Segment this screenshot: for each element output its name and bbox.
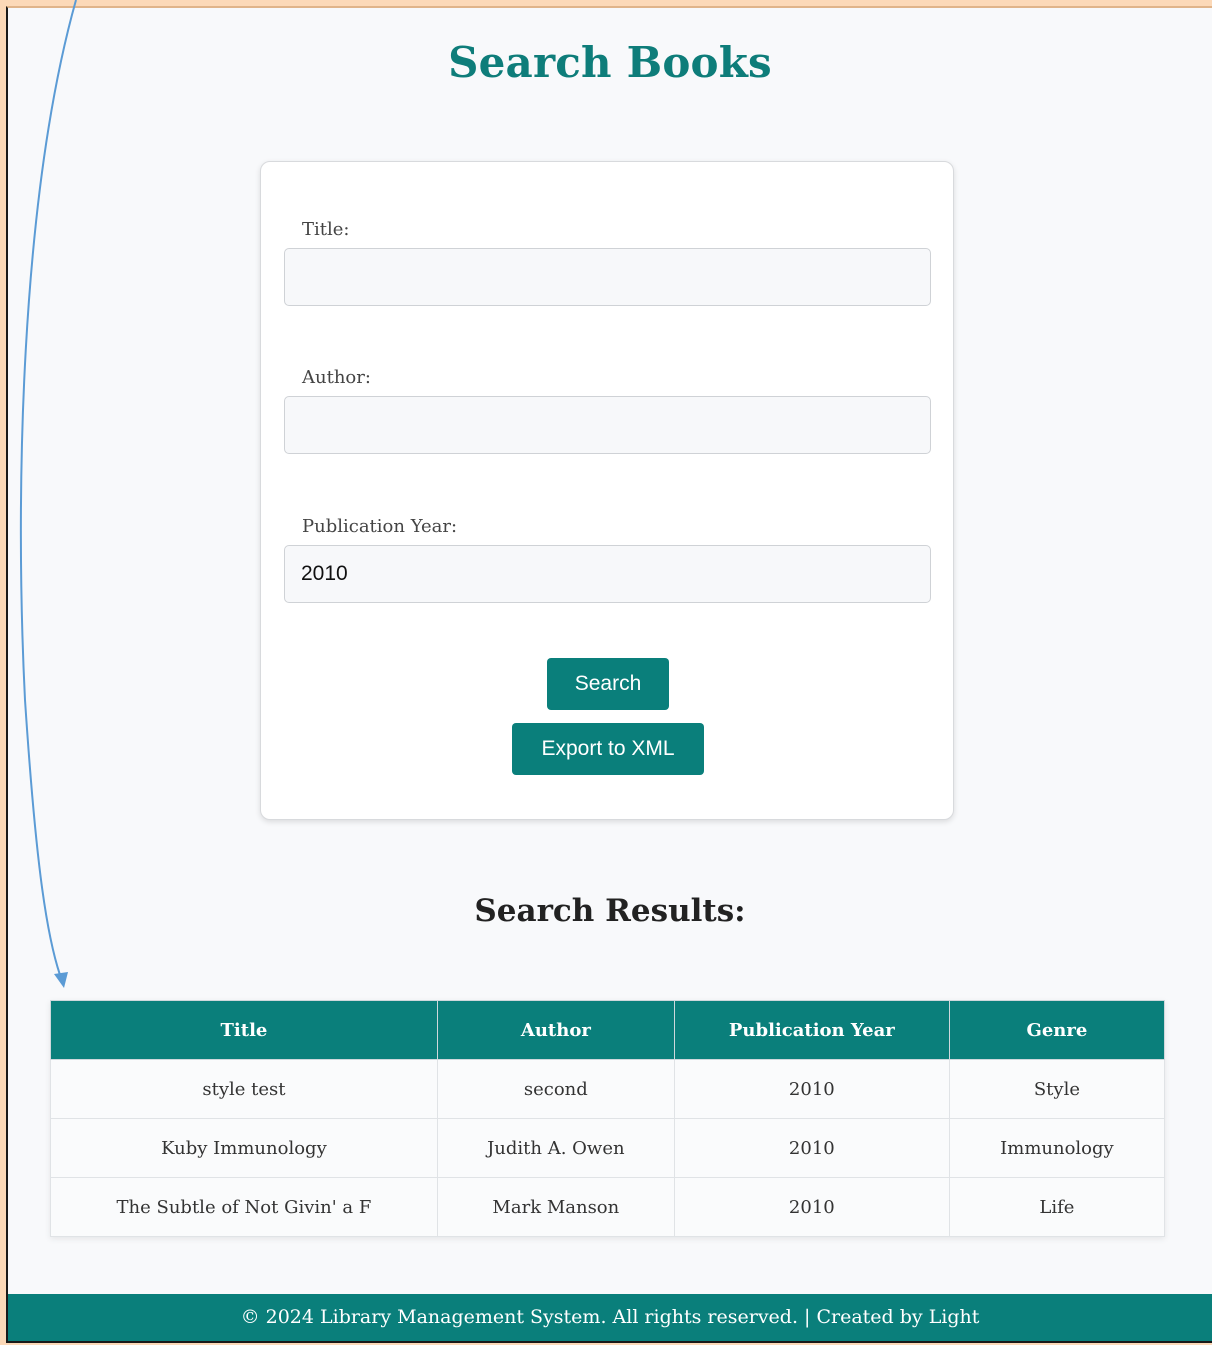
cell-title: The Subtle of Not Givin' a F [50,1177,438,1237]
results-table: Title Author Publication Year Genre styl… [50,1000,1166,1237]
table-row: Kuby Immunology Judith A. Owen 2010 Immu… [50,1118,1166,1178]
column-header-author: Author [436,1000,675,1060]
author-input[interactable] [284,396,931,454]
cell-author: second [436,1059,675,1119]
cell-genre: Immunology [948,1118,1166,1178]
search-results-heading: Search Results: [474,893,746,929]
search-form-card: Title: Author: Publication Year: Search … [260,161,954,820]
cell-author: Judith A. Owen [436,1118,675,1178]
column-header-publication-year: Publication Year [673,1000,950,1060]
cell-publication-year: 2010 [673,1177,950,1237]
publication-year-input[interactable] [284,545,931,603]
title-input[interactable] [284,248,931,306]
table-row: style test second 2010 Style [50,1059,1166,1119]
author-label: Author: [302,367,371,388]
publication-year-label: Publication Year: [302,516,458,537]
cell-genre: Life [948,1177,1166,1237]
table-row: The Subtle of Not Givin' a F Mark Manson… [50,1177,1166,1237]
table-header-row: Title Author Publication Year Genre [50,1000,1166,1060]
footer: © 2024 Library Management System. All ri… [8,1294,1212,1341]
cell-genre: Style [948,1059,1166,1119]
column-header-title: Title [50,1000,438,1060]
export-xml-button[interactable]: Export to XML [512,723,704,775]
page-title: Search Books [448,38,772,87]
search-button[interactable]: Search [547,658,669,710]
cell-title: Kuby Immunology [50,1118,438,1178]
app-frame: Search Books Title: Author: Publication … [6,6,1212,1343]
cell-publication-year: 2010 [673,1118,950,1178]
cell-author: Mark Manson [436,1177,675,1237]
cell-title: style test [50,1059,438,1119]
cell-publication-year: 2010 [673,1059,950,1119]
column-header-genre: Genre [948,1000,1166,1060]
title-label: Title: [302,219,350,240]
